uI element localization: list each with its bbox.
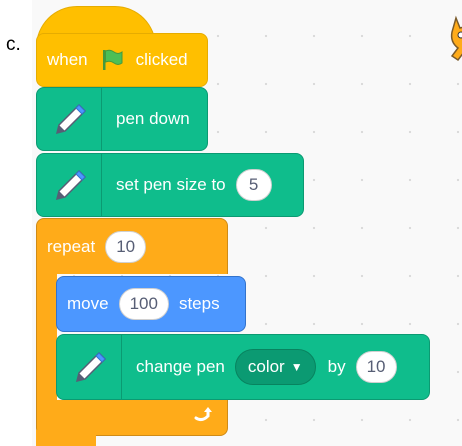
pen-size-input[interactable]: 5	[235, 169, 272, 201]
by-label: by	[327, 357, 346, 376]
move-steps-input[interactable]: 100	[118, 288, 169, 320]
clicked-label: clicked	[135, 50, 188, 69]
change-pen-label: change pen	[136, 357, 225, 376]
pen-down-label: pen down	[116, 109, 190, 128]
green-flag-icon	[100, 48, 124, 72]
repeat-count-input[interactable]: 10	[105, 230, 147, 263]
move-label: move	[67, 294, 109, 313]
loop-arrow-icon	[194, 407, 212, 422]
sprite-cat-icon[interactable]	[444, 14, 462, 72]
when-flag-clicked-block[interactable]: when clicked	[36, 33, 208, 87]
pen-extension-icon	[37, 154, 102, 216]
set-pen-size-label: set pen size to	[116, 175, 226, 194]
pen-param-value: color	[247, 357, 285, 376]
question-label: c.	[6, 34, 21, 55]
pen-extension-icon	[57, 335, 122, 399]
pen-param-dropdown[interactable]: color ▼	[234, 349, 316, 385]
repeat-block-arm	[36, 270, 57, 402]
pen-down-block[interactable]: pen down	[36, 87, 208, 151]
steps-label: steps	[178, 294, 220, 313]
set-pen-size-block[interactable]: set pen size to 5	[36, 153, 304, 217]
move-steps-block[interactable]: move 100 steps	[56, 276, 246, 332]
change-pen-value-input[interactable]: 10	[355, 351, 397, 383]
when-label: when	[47, 50, 88, 69]
pen-extension-icon	[37, 88, 102, 150]
change-pen-block[interactable]: change pen color ▼ by 10	[56, 334, 430, 400]
chevron-down-icon: ▼	[290, 360, 303, 374]
repeat-block-foot	[36, 430, 96, 446]
repeat-label: repeat	[47, 236, 96, 256]
repeat-block[interactable]: repeat 10	[36, 218, 228, 274]
